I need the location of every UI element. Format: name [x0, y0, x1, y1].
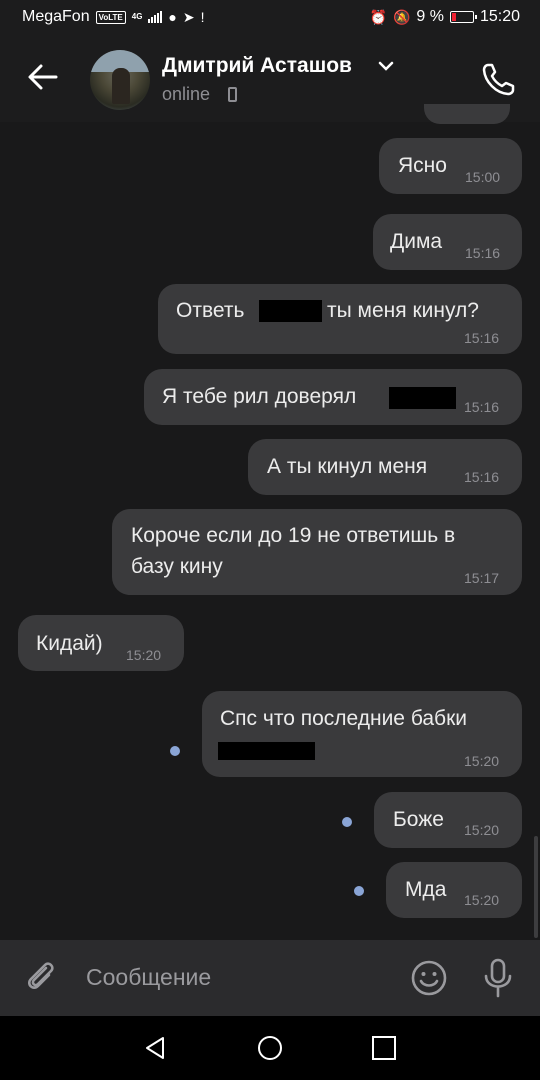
- message-time: 15:20: [464, 822, 500, 838]
- message-text: Дима: [390, 230, 443, 253]
- message-time: 15:00: [465, 169, 501, 185]
- scrollbar[interactable]: [534, 836, 538, 938]
- message-text: Боже: [393, 808, 444, 831]
- message-text: Ответь: [176, 299, 245, 322]
- message-bubble[interactable]: Спс что последние бабки 15:20: [202, 691, 522, 777]
- phone-call-icon[interactable]: [480, 60, 518, 98]
- battery-percent: 9 %: [416, 8, 444, 25]
- message-time: 15:16: [464, 399, 500, 415]
- message-bubble[interactable]: Короче если до 19 не ответишь в базу кин…: [112, 509, 522, 595]
- network-type: 4G: [131, 12, 143, 21]
- system-nav-bar: [0, 1016, 540, 1080]
- microphone-icon[interactable]: [480, 957, 516, 999]
- message-bubble[interactable]: Боже 15:20: [374, 792, 522, 848]
- back-arrow-icon[interactable]: [26, 60, 60, 94]
- redacted-block: [389, 387, 456, 409]
- message-text: Короче если до 19 не ответишь в: [131, 524, 456, 547]
- avatar[interactable]: [90, 50, 150, 110]
- mobile-device-icon: [228, 87, 237, 102]
- message-time: 15:17: [464, 570, 500, 586]
- message-text: Я тебе рил доверял: [162, 385, 357, 408]
- message-time: 15:16: [465, 245, 501, 261]
- carrier-name: MegaFon: [22, 8, 90, 25]
- message-bubble-incoming[interactable]: Кидай) 15:20: [18, 615, 184, 671]
- message-text: Ясно: [398, 154, 447, 177]
- battery-icon: [449, 11, 477, 23]
- chat-bubble-icon: ●: [168, 9, 177, 25]
- message-text: Спс что последние бабки: [220, 707, 467, 730]
- message-text: Мда: [405, 878, 447, 901]
- status-bar: MegaFon VoLTE 4G ● ➤ ! ⏰ 🔕 9 % 15:20: [0, 0, 540, 36]
- composer-bar: Сообщение: [0, 940, 540, 1016]
- message-text: А ты кинул меня: [267, 455, 428, 478]
- message-bubble[interactable]: Я тебе рил доверял 15:16: [144, 369, 522, 425]
- volte-badge: VoLTE: [95, 10, 126, 24]
- message-bubble[interactable]: А ты кинул меня 15:16: [248, 439, 522, 495]
- nav-back-icon[interactable]: [141, 1034, 169, 1062]
- message-bubble[interactable]: Ясно 15:00: [379, 138, 522, 194]
- message-text: базу кину: [131, 555, 223, 578]
- alert-icon: !: [200, 9, 205, 25]
- message-text: ты меня кинул?: [327, 299, 479, 322]
- redacted-block: [259, 300, 322, 322]
- message-input[interactable]: Сообщение: [86, 964, 211, 991]
- unread-indicator: [354, 886, 364, 896]
- emoji-icon[interactable]: [410, 959, 448, 997]
- message-time: 15:20: [464, 892, 500, 908]
- message-time: 15:20: [126, 647, 162, 663]
- message-time: 15:16: [464, 330, 500, 346]
- message-time: 15:20: [464, 753, 500, 769]
- message-bubble[interactable]: Дима 15:16: [373, 214, 522, 270]
- nav-home-icon[interactable]: [256, 1034, 284, 1062]
- clock: 15:20: [479, 8, 520, 25]
- status-bar-right: ⏰ 🔕 9 % 15:20: [370, 8, 521, 26]
- message-tail-partial: [424, 104, 510, 124]
- message-text: Кидай): [36, 632, 103, 655]
- chevron-down-icon[interactable]: [378, 60, 394, 72]
- mute-icon: 🔕: [392, 8, 411, 25]
- contact-status: online: [162, 84, 211, 104]
- alarm-icon: ⏰: [369, 8, 387, 25]
- unread-indicator: [170, 746, 180, 756]
- signal-icon: [148, 11, 163, 23]
- contact-name[interactable]: Дмитрий Асташов: [162, 54, 352, 78]
- message-bubble[interactable]: Мда 15:20: [386, 862, 522, 918]
- telegram-icon: ➤: [182, 8, 195, 25]
- nav-recents-icon[interactable]: [370, 1034, 398, 1062]
- paperclip-icon[interactable]: [22, 958, 60, 996]
- status-bar-left: MegaFon VoLTE 4G ● ➤ !: [22, 8, 205, 26]
- unread-indicator: [342, 817, 352, 827]
- message-time: 15:16: [464, 469, 500, 485]
- redacted-block: [218, 742, 315, 760]
- message-bubble[interactable]: Ответь ты меня кинул? 15:16: [158, 284, 522, 354]
